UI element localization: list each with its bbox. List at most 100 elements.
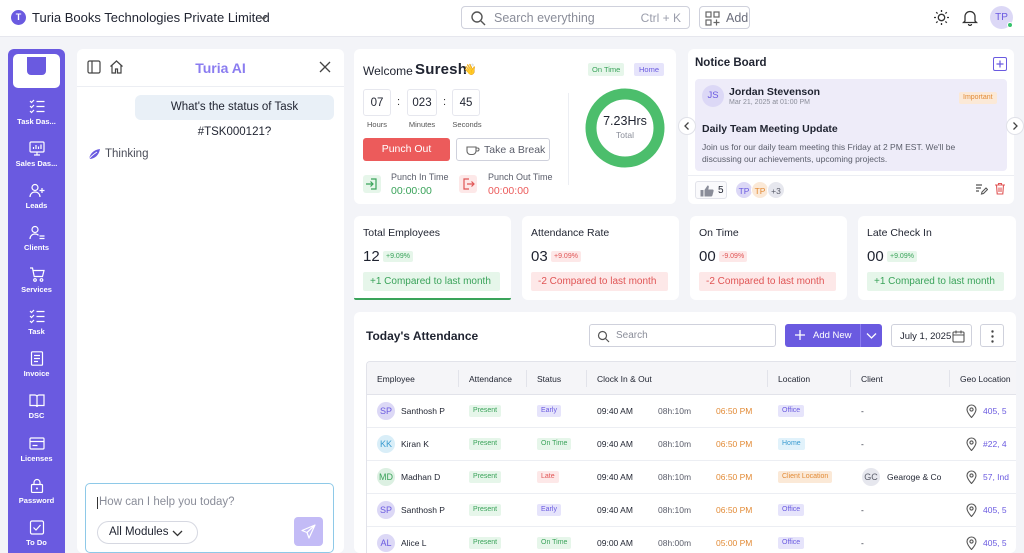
sun-icon[interactable] [933, 9, 950, 26]
delete-icon[interactable] [994, 182, 1006, 195]
divider [688, 175, 1014, 176]
geo-location-link[interactable]: #22, 4 [983, 439, 1007, 449]
geo-location-link[interactable]: 405, 5 [983, 505, 1007, 515]
take-break-button[interactable]: Take a Break [456, 138, 550, 161]
column-header[interactable]: Attendance [469, 374, 512, 384]
column-header[interactable]: Location [778, 374, 810, 384]
table-row[interactable]: AL Alice L Present On Time 09:00 AM 08h:00m 05… [367, 527, 1016, 553]
app-logo[interactable] [13, 54, 60, 88]
chevron-down-icon[interactable] [866, 331, 877, 340]
table-row[interactable]: SP Santhosh P Present Early 09:40 AM 08h:10m 0… [367, 494, 1016, 527]
attendance-badge: Present [469, 537, 502, 549]
sidebar-item-invoice[interactable]: Invoice [8, 351, 65, 391]
column-header[interactable]: Clock In & Out [597, 374, 652, 384]
geo-location-link[interactable]: 405, 5 [983, 538, 1007, 548]
company-logo[interactable]: T [11, 10, 26, 25]
sidebar-item-dsc[interactable]: DSC [8, 393, 65, 433]
monitor-chart-icon [28, 141, 45, 156]
ai-prompt-input[interactable]: How can I help you today? All Modules [85, 483, 334, 553]
sidebar-item-task[interactable]: Task [8, 309, 65, 349]
chevron-down-icon[interactable] [258, 12, 269, 23]
minutes-display: 023 [407, 89, 437, 116]
punch-out-button[interactable]: Punch Out [363, 138, 450, 161]
chevron-left-icon [684, 122, 689, 130]
map-pin-icon[interactable] [966, 470, 977, 484]
divider [568, 93, 569, 185]
clock-out-time: 06:50 PM [716, 505, 753, 515]
attendance-table: Employee Attendance Status Clock In & Ou… [366, 361, 1016, 553]
status-badge: On Time [537, 537, 572, 549]
module-select[interactable]: All Modules [97, 521, 198, 544]
stat-card-attendance-rate[interactable]: Attendance Rate 03 +9.09% -2 Compared to… [522, 216, 679, 300]
welcome-card: Welcome Suresh 👋 On Time Home 07 : 023 :… [354, 49, 676, 204]
map-pin-icon[interactable] [966, 503, 977, 517]
task-list-icon [29, 99, 44, 114]
sidebar-item-label: Task [28, 327, 45, 336]
edit-icon[interactable] [975, 182, 988, 195]
employee-name[interactable]: Madhan D [401, 472, 440, 482]
employee-name[interactable]: Alice L [401, 538, 427, 548]
column-header[interactable]: Client [861, 374, 883, 384]
attendance-search-input[interactable]: Search [589, 324, 776, 347]
employee-name[interactable]: Kiran K [401, 439, 429, 449]
sidebar-item-clients[interactable]: Clients [8, 225, 65, 265]
client-name: - [861, 406, 864, 416]
company-name[interactable]: Turia Books Technologies Private Limited [32, 10, 270, 25]
sidebar-item-label: Sales Das... [15, 159, 58, 168]
client-avatar: GC [862, 468, 880, 486]
sidebar-item-sales-dashboard[interactable]: Sales Das... [8, 141, 65, 181]
sidebar-item-leads[interactable]: Leads [8, 183, 65, 223]
more-options-button[interactable] [980, 324, 1004, 347]
sidebar-item-todo[interactable]: To Do [8, 520, 65, 553]
column-header[interactable]: Employee [377, 374, 415, 384]
map-pin-icon[interactable] [966, 404, 977, 418]
table-row[interactable]: KK Kiran K Present On Time 09:40 AM 08h:10m 06… [367, 428, 1016, 461]
column-header[interactable]: Status [537, 374, 561, 384]
sidebar-item-label: Invoice [23, 369, 50, 378]
sidebar-item-licenses[interactable]: Licenses [8, 436, 65, 476]
employee-name[interactable]: Santhosh P [401, 505, 445, 515]
punch-in-icon [363, 175, 381, 193]
more-viewers-count[interactable]: +3 [767, 181, 785, 199]
add-notice-button[interactable] [993, 57, 1007, 71]
previous-notice-button[interactable] [678, 117, 696, 135]
table-row[interactable]: SP Santhosh P Present Early 09:40 AM 08h:10m 0… [367, 395, 1016, 428]
employee-name[interactable]: Santhosh P [401, 406, 445, 416]
clock-in-time: 09:40 AM [597, 472, 633, 482]
geo-location-link[interactable]: 405, 5 [983, 406, 1007, 416]
map-pin-icon[interactable] [966, 536, 977, 550]
sidebar-item-task-dashboard[interactable]: Task Das... [8, 99, 65, 139]
global-search-input[interactable]: Search everything Ctrl + K [461, 6, 690, 29]
add-button[interactable]: Add [699, 6, 750, 29]
like-button[interactable]: 5 [695, 181, 727, 199]
sidebar-item-services[interactable]: Services [8, 267, 65, 307]
sidebar-item-label: Clients [23, 243, 49, 252]
send-button[interactable] [294, 517, 323, 546]
map-pin-icon[interactable] [966, 437, 977, 451]
invoice-icon [30, 351, 43, 366]
table-row[interactable]: MD Madhan D Present Late 09:40 AM 08h:10m 06:5… [367, 461, 1016, 494]
next-notice-button[interactable] [1006, 117, 1024, 135]
status-badge: On Time [537, 438, 572, 450]
search-icon [597, 330, 610, 343]
stat-card-on-time[interactable]: On Time 00 -9.09% -2 Compared to last mo… [690, 216, 847, 300]
geo-location-link[interactable]: 57, Ind [983, 472, 1009, 482]
stat-card-late-check-in[interactable]: Late Check In 00 +9.09% +1 Compared to l… [858, 216, 1016, 300]
plus-icon [996, 60, 1004, 68]
add-new-label: Add New [813, 330, 852, 341]
attendance-badge: Present [469, 504, 502, 516]
sidebar: Task Das... Sales Das... Leads Clients S… [8, 49, 65, 553]
location-badge: Office [778, 537, 805, 549]
date-picker[interactable]: July 1, 2025 [891, 324, 972, 347]
notice-item[interactable]: JS Jordan Stevenson Mar 21, 2025 at 01:0… [695, 79, 1007, 171]
stat-title: Total Employees [363, 227, 441, 239]
sidebar-item-password[interactable]: Password [8, 478, 65, 518]
column-divider [850, 370, 851, 387]
bell-icon[interactable] [962, 9, 978, 26]
close-icon[interactable] [319, 61, 331, 73]
punch-in-label: Punch In Time [391, 172, 449, 182]
location-badge: Client Location [778, 471, 833, 483]
stat-card-total-employees[interactable]: Total Employees 12 +9.09% +1 Compared to… [354, 216, 511, 300]
add-new-button[interactable]: Add New [785, 324, 882, 347]
column-header[interactable]: Geo Location [960, 374, 1011, 384]
